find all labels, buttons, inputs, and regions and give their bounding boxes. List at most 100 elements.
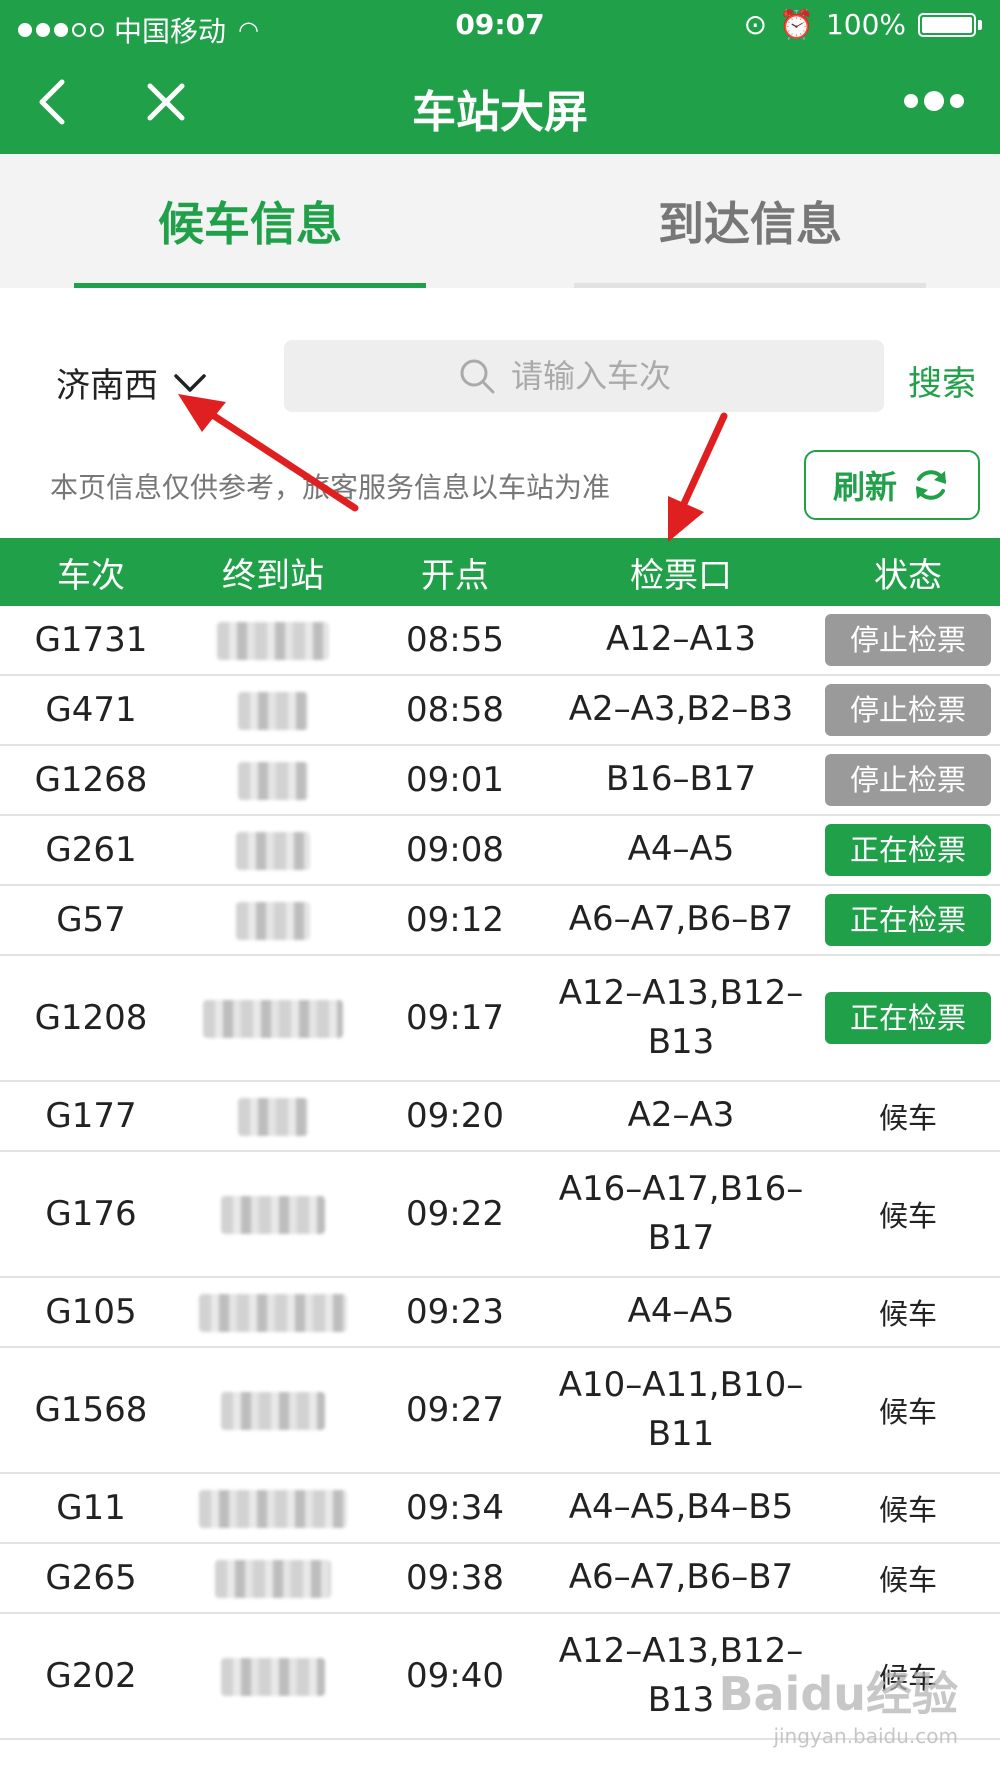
annotation-arrow-gate [668, 412, 728, 542]
status-text: 候车 [878, 1199, 937, 1233]
redacted-destination [238, 1098, 308, 1137]
search-button[interactable]: 搜索 [908, 356, 976, 405]
ticket-gate: A6–A7,B6–B7 [568, 899, 794, 940]
station-selector[interactable]: 济南西 [56, 358, 208, 407]
tab-bar: 候车信息 到达信息 [0, 154, 1000, 288]
table-row: G57 09:12 A6–A7,B6–B7 正在检票 [0, 886, 1000, 956]
status-cell: 候车 [816, 1193, 1000, 1235]
notice-text: 本页信息仅供参考，旅客服务信息以车站为准 [50, 471, 611, 504]
destination-cell [182, 1194, 364, 1235]
navbar: 车站大屏 [0, 50, 1000, 154]
train-number: G265 [45, 1558, 137, 1598]
train-number: G471 [45, 690, 137, 730]
redacted-destination [238, 692, 308, 731]
status-cell: 候车 [816, 1557, 1000, 1599]
departure-time: 09:08 [406, 830, 504, 870]
table-body: G1731 08:55 A12–A13 停止检票 G471 08:58 A2–A3,B2–B… [0, 606, 1000, 1740]
header-destination: 终到站 [222, 555, 324, 596]
status-cell: 停止检票 [816, 684, 1000, 736]
train-number: G11 [56, 1488, 126, 1528]
departure-time: 09:22 [406, 1194, 504, 1234]
battery-level: 100% [825, 8, 906, 41]
destination-cell [182, 1390, 364, 1431]
status-cell: 正在检票 [816, 824, 1000, 876]
destination-cell [182, 1656, 364, 1697]
departure-time: 08:55 [406, 620, 504, 660]
chevron-down-icon [174, 373, 206, 392]
header-departure: 开点 [421, 555, 489, 596]
table-row: G1568 09:27 A10–A11,B10–B11 候车 [0, 1348, 1000, 1474]
filter-bar: 济南西 搜索 [0, 340, 1000, 412]
status-badge: 停止检票 [825, 754, 991, 806]
tab-label: 候车信息 [158, 197, 342, 251]
ticket-gate: A4–A5 [627, 829, 735, 870]
departure-time: 09:20 [406, 1096, 504, 1136]
refresh-button[interactable]: 刷新 [804, 450, 980, 520]
redacted-destination [238, 762, 308, 801]
table-header: 车次 终到站 开点 检票口 状态 [0, 538, 1000, 606]
train-number: G57 [56, 900, 126, 940]
train-number: G1568 [34, 1390, 148, 1430]
ticket-gate: A2–A3,B2–B3 [568, 689, 794, 730]
status-text: 候车 [878, 1297, 937, 1331]
tab-underline [74, 283, 426, 288]
header-status: 状态 [874, 555, 942, 596]
watermark-url: jingyan.baidu.com [773, 1724, 958, 1748]
destination-cell [182, 760, 364, 801]
table-row: G471 08:58 A2–A3,B2–B3 停止检票 [0, 676, 1000, 746]
departure-time: 09:34 [406, 1488, 504, 1528]
ticket-gate: A12–A13 [605, 619, 757, 660]
table-row: G177 09:20 A2–A3 候车 [0, 1082, 1000, 1152]
status-cell: 停止检票 [816, 754, 1000, 806]
search-input[interactable] [511, 357, 711, 395]
status-badge: 正在检票 [825, 824, 991, 876]
tab-underline [574, 283, 926, 288]
station-name: 济南西 [56, 366, 158, 406]
departure-time: 09:17 [406, 998, 504, 1038]
destination-cell [182, 900, 364, 941]
departure-time: 09:27 [406, 1390, 504, 1430]
departure-time: 08:58 [406, 690, 504, 730]
table-row: G265 09:38 A6–A7,B6–B7 候车 [0, 1544, 1000, 1614]
redacted-destination [199, 1294, 347, 1333]
redacted-destination [221, 1392, 325, 1431]
table-row: G261 09:08 A4–A5 正在检票 [0, 816, 1000, 886]
status-text: 候车 [878, 1101, 937, 1135]
destination-cell [182, 998, 364, 1039]
redacted-destination [236, 902, 310, 941]
train-number: G176 [45, 1194, 137, 1234]
status-right: ⊙ ⏰ 100% [744, 8, 982, 41]
ticket-gate: B16–B17 [605, 759, 757, 800]
table-row: G1208 09:17 A12–A13,B12–B13 正在检票 [0, 956, 1000, 1082]
status-badge: 停止检票 [825, 684, 991, 736]
ticket-gate: A4–A5,B4–B5 [568, 1487, 794, 1528]
ticket-gate: A6–A7,B6–B7 [568, 1557, 794, 1598]
tab-arrival-info[interactable]: 到达信息 [500, 154, 1000, 288]
destination-cell [182, 830, 364, 871]
ticket-gate: A16–A17,B16–B17 [558, 1168, 804, 1258]
search-field[interactable] [284, 340, 884, 412]
more-icon[interactable] [904, 91, 964, 111]
departure-time: 09:12 [406, 900, 504, 940]
redacted-destination [236, 832, 310, 871]
refresh-icon [916, 470, 946, 500]
redacted-destination [199, 1490, 347, 1529]
header-train: 车次 [57, 555, 125, 596]
page-title: 车站大屏 [412, 87, 588, 138]
status-cell: 候车 [816, 1291, 1000, 1333]
table-row: G1268 09:01 B16–B17 停止检票 [0, 746, 1000, 816]
table-row: G105 09:23 A4–A5 候车 [0, 1278, 1000, 1348]
status-cell: 候车 [816, 1095, 1000, 1137]
status-text: 候车 [878, 1563, 937, 1597]
header-gate: 检票口 [630, 555, 732, 596]
status-badge: 停止检票 [825, 614, 991, 666]
ticket-gate: A10–A11,B10–B11 [558, 1364, 804, 1454]
watermark: Baidu经验 jingyan.baidu.com [718, 1658, 958, 1748]
departure-time: 09:40 [406, 1656, 504, 1696]
tab-waiting-info[interactable]: 候车信息 [0, 154, 500, 288]
departure-time: 09:23 [406, 1292, 504, 1332]
status-badge: 正在检票 [825, 992, 991, 1044]
destination-cell [182, 1096, 364, 1137]
redacted-destination [203, 1000, 343, 1039]
departure-time: 09:38 [406, 1558, 504, 1598]
